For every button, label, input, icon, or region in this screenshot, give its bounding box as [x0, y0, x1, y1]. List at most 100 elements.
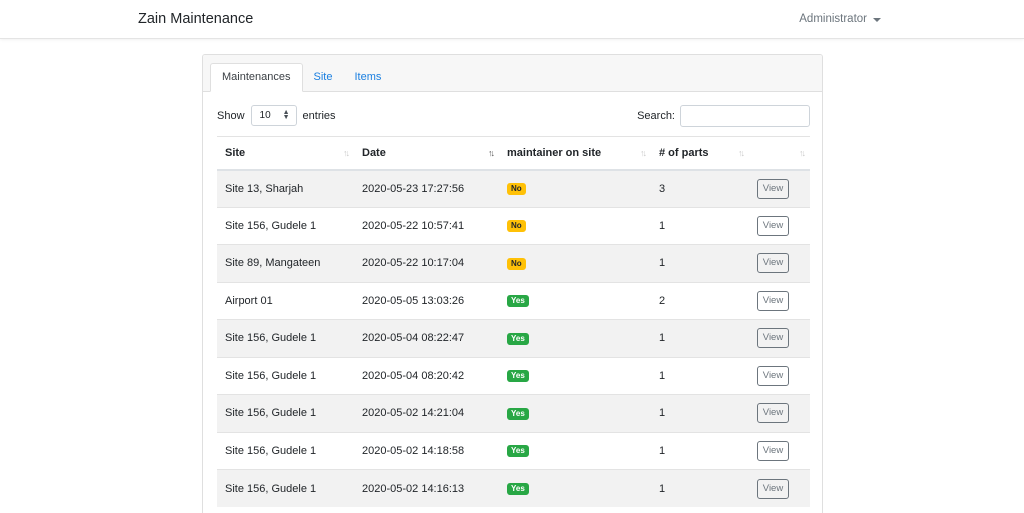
search-label: Search: — [637, 110, 675, 122]
table-header-row: Site ↑↓ Date ↑↓ maintainer on site ↑↓ # of … — [217, 136, 810, 171]
cell-date: 2020-05-22 10:17:04 — [354, 244, 499, 282]
cell-maintainer: Yes — [499, 356, 651, 395]
table-row: Site 13, Sharjah 2020-05-23 17:27:56 No … — [217, 169, 810, 207]
status-badge: No — [507, 183, 526, 195]
view-button[interactable]: View — [757, 365, 789, 386]
caret-down-icon — [873, 17, 881, 22]
column-header-action[interactable]: ↑↓ — [749, 136, 810, 171]
cell-action: View — [749, 356, 810, 395]
view-button[interactable]: View — [757, 403, 789, 424]
maintenance-table-wrapper: Site ↑↓ Date ↑↓ maintainer on site ↑↓ # of … — [217, 136, 810, 507]
view-button[interactable]: View — [757, 290, 789, 311]
cell-maintainer: Yes — [499, 319, 651, 357]
cell-maintainer: Yes — [499, 431, 651, 470]
column-header-label: maintainer on site — [507, 146, 602, 159]
view-button[interactable]: View — [757, 328, 789, 349]
cell-parts: 1 — [651, 356, 749, 395]
cell-action: View — [749, 319, 810, 357]
cell-site: Site 156, Gudele 1 — [217, 431, 354, 470]
entries-select-value: 10 — [259, 110, 271, 121]
table-row: Site 156, Gudele 1 2020-05-02 14:21:04 Y… — [217, 394, 810, 432]
cell-date: 2020-05-22 10:57:41 — [354, 206, 499, 245]
view-button[interactable]: View — [757, 178, 789, 199]
maintenance-card: Maintenances Site Items Show 10 ▲ ▼ entri… — [202, 54, 823, 513]
cell-date: 2020-05-04 08:22:47 — [354, 319, 499, 357]
view-button[interactable]: View — [757, 478, 789, 499]
cell-action: View — [749, 281, 810, 320]
sort-arrows-icon: ↑↓ — [799, 148, 806, 158]
status-badge: Yes — [507, 370, 529, 383]
cell-date: 2020-05-04 08:20:42 — [354, 356, 499, 395]
cell-parts: 1 — [651, 394, 749, 432]
column-header-parts[interactable]: # of parts ↑↓ — [651, 136, 749, 171]
cell-site: Site 156, Gudele 1 — [217, 469, 354, 507]
tab-maintenances[interactable]: Maintenances — [210, 63, 303, 92]
cell-action: View — [749, 394, 810, 432]
top-navbar: Zain Maintenance Administrator — [0, 0, 1024, 39]
card-header: Maintenances Site Items — [203, 55, 822, 92]
cell-maintainer: Yes — [499, 394, 651, 432]
cell-parts: 3 — [651, 169, 749, 207]
table-row: Site 89, Mangateen 2020-05-22 10:17:04 N… — [217, 244, 810, 282]
cell-parts: 1 — [651, 469, 749, 507]
cell-action: View — [749, 169, 810, 207]
table-row: Site 156, Gudele 1 2020-05-04 08:20:42 Y… — [217, 356, 810, 395]
table-controls: Show 10 ▲ ▼ entries Search: — [217, 105, 810, 127]
cell-date: 2020-05-02 14:18:58 — [354, 431, 499, 470]
status-badge: Yes — [507, 332, 529, 345]
column-header-label: # of parts — [659, 146, 709, 159]
cell-parts: 1 — [651, 244, 749, 282]
cell-maintainer: Yes — [499, 281, 651, 320]
status-badge: Yes — [507, 483, 529, 495]
view-button[interactable]: View — [757, 253, 789, 274]
user-menu[interactable]: Administrator — [799, 13, 881, 25]
cell-site: Site 156, Gudele 1 — [217, 356, 354, 395]
cell-site: Site 13, Sharjah — [217, 169, 354, 207]
cell-site: Site 156, Gudele 1 — [217, 206, 354, 245]
maintenance-table: Site ↑↓ Date ↑↓ maintainer on site ↑↓ # of … — [217, 136, 810, 507]
cell-date: 2020-05-23 17:27:56 — [354, 169, 499, 207]
select-arrows-icon: ▲ ▼ — [282, 109, 290, 121]
brand-title[interactable]: Zain Maintenance — [138, 11, 253, 27]
column-header-site[interactable]: Site ↑↓ — [217, 136, 354, 171]
search-input[interactable] — [680, 105, 810, 127]
table-row: Airport 01 2020-05-05 13:03:26 Yes 2 Vie… — [217, 281, 810, 320]
cell-parts: 1 — [651, 206, 749, 245]
sort-descending-icon: ↑↓ — [488, 148, 495, 158]
cell-maintainer: No — [499, 244, 651, 282]
status-badge: No — [507, 220, 526, 233]
cell-site: Site 89, Mangateen — [217, 244, 354, 282]
user-name: Administrator — [799, 13, 867, 25]
table-row: Site 156, Gudele 1 2020-05-02 14:18:58 Y… — [217, 431, 810, 470]
sort-arrows-icon: ↑↓ — [738, 148, 745, 158]
table-row: Site 156, Gudele 1 2020-05-04 08:22:47 Y… — [217, 319, 810, 357]
column-header-maintainer[interactable]: maintainer on site ↑↓ — [499, 136, 651, 171]
cell-maintainer: No — [499, 169, 651, 207]
status-badge: No — [507, 257, 526, 270]
sort-arrows-icon: ↑↓ — [640, 148, 647, 158]
entries-select[interactable]: 10 ▲ ▼ — [250, 105, 297, 126]
cell-parts: 1 — [651, 431, 749, 470]
column-header-label: Site — [225, 146, 246, 159]
status-badge: Yes — [507, 295, 529, 308]
view-button[interactable]: View — [757, 440, 789, 461]
cell-site: Site 156, Gudele 1 — [217, 394, 354, 432]
cell-site: Airport 01 — [217, 281, 354, 320]
cell-parts: 2 — [651, 281, 749, 320]
cell-action: View — [749, 206, 810, 245]
view-button[interactable]: View — [757, 215, 789, 236]
cell-action: View — [749, 431, 810, 470]
tab-items[interactable]: Items — [343, 63, 392, 92]
length-prefix-label: Show — [217, 109, 245, 122]
cell-date: 2020-05-05 13:03:26 — [354, 281, 499, 320]
entries-length-control: Show 10 ▲ ▼ entries — [217, 105, 336, 126]
cell-maintainer: Yes — [499, 469, 651, 507]
cell-maintainer: No — [499, 206, 651, 245]
table-row: Site 156, Gudele 1 2020-05-02 14:16:13 Y… — [217, 469, 810, 507]
column-header-date[interactable]: Date ↑↓ — [354, 136, 499, 171]
tab-site[interactable]: Site — [303, 63, 344, 92]
table-row: Site 156, Gudele 1 2020-05-22 10:57:41 N… — [217, 206, 810, 245]
tab-bar: Maintenances Site Items — [210, 63, 392, 92]
sort-arrows-icon: ↑↓ — [343, 148, 350, 158]
cell-action: View — [749, 244, 810, 282]
